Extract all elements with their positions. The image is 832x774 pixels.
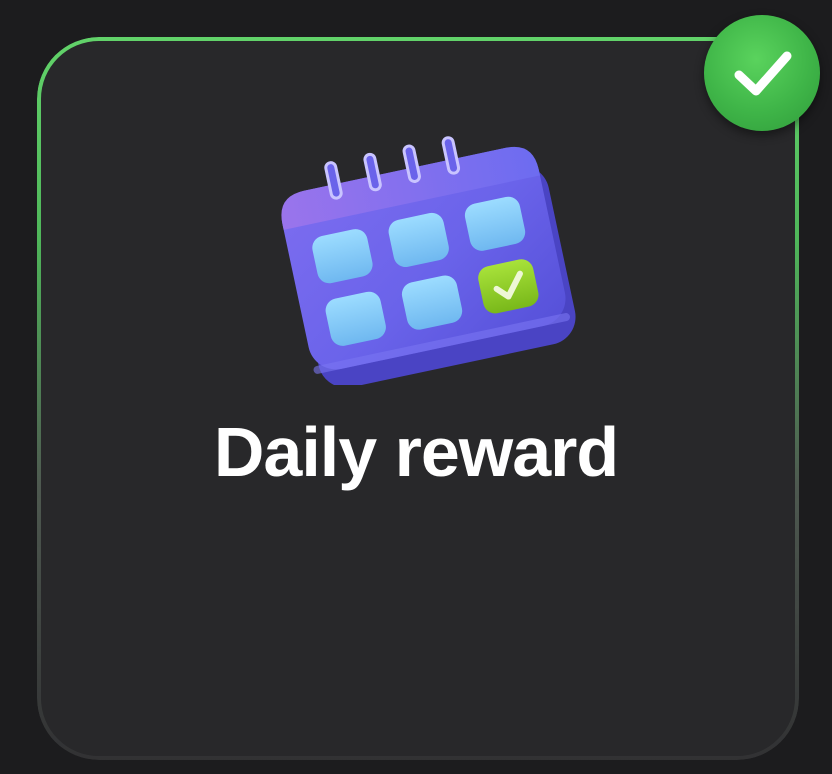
card-title: Daily reward bbox=[213, 413, 619, 491]
calendar-icon bbox=[270, 115, 580, 388]
reward-stage: Daily reward bbox=[0, 0, 832, 774]
check-badge-icon bbox=[704, 15, 820, 131]
